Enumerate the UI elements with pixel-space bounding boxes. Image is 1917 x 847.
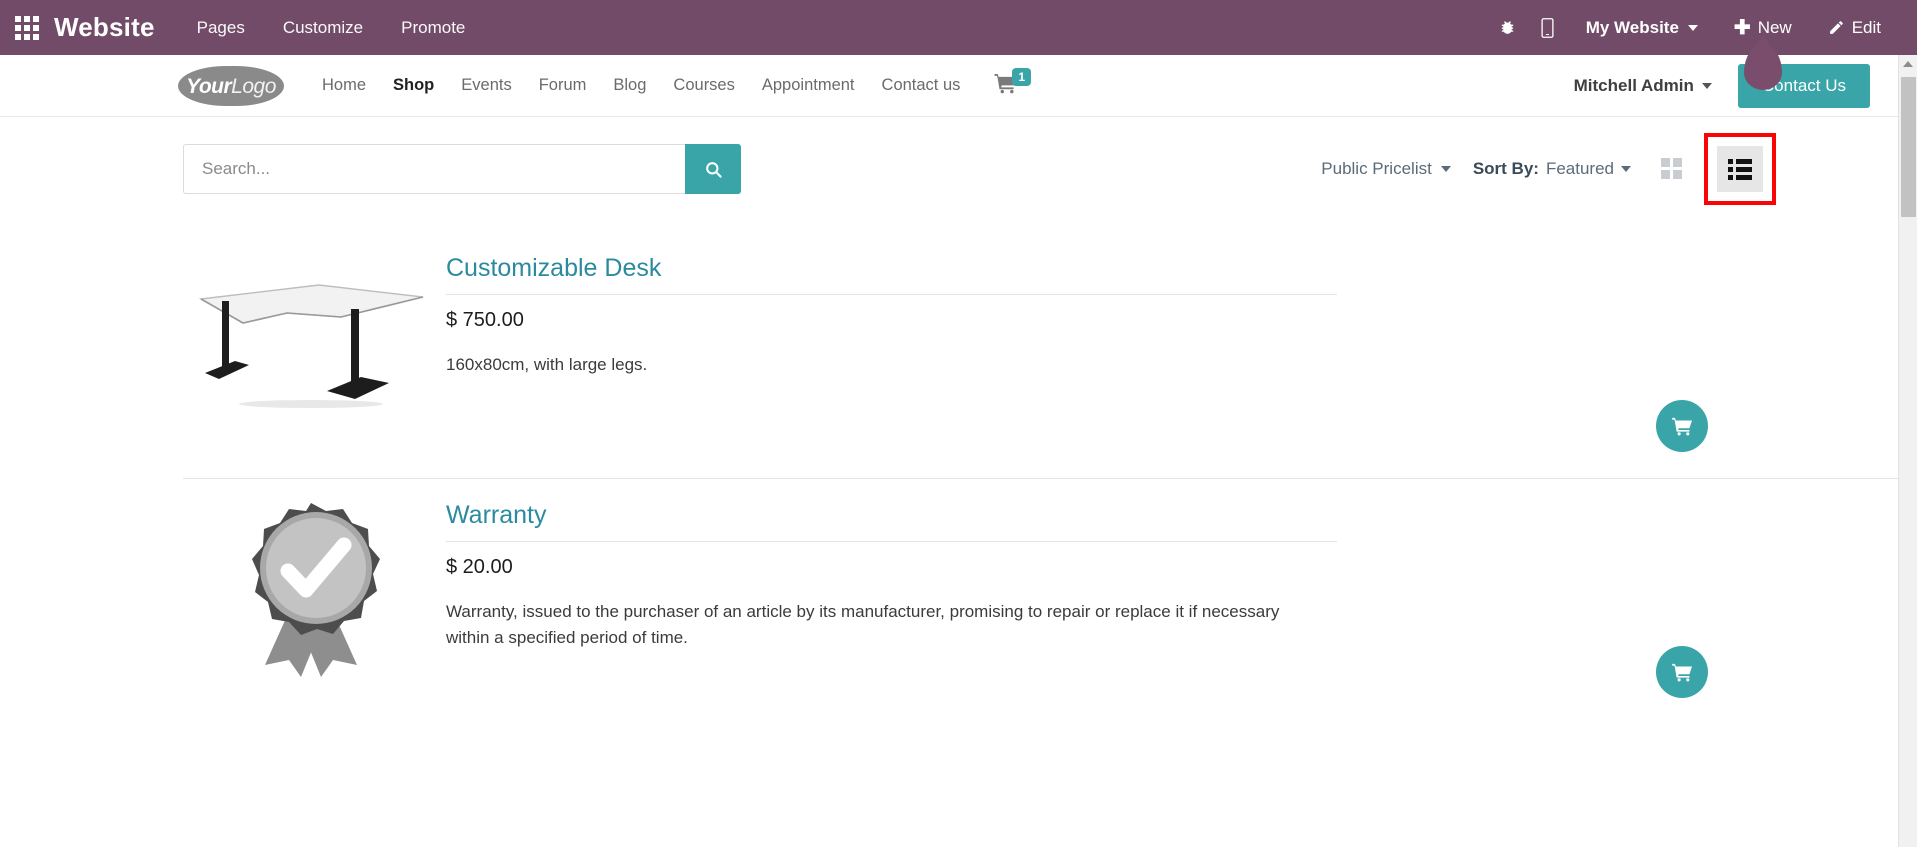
product-title-link[interactable]: Customizable Desk	[446, 254, 1531, 283]
chevron-down-icon	[1440, 166, 1451, 172]
desk-image[interactable]	[183, 232, 438, 432]
pricelist-dropdown[interactable]: Public Pricelist	[1321, 159, 1451, 179]
divider	[446, 294, 1337, 295]
nav-item-blog[interactable]: Blog	[613, 76, 646, 95]
header-cart[interactable]: 1	[994, 67, 1032, 98]
search-icon	[705, 161, 722, 178]
sort-by-label: Sort By:	[1472, 159, 1539, 178]
logo-text-bold: Your	[186, 75, 232, 98]
product-description: Warranty, issued to the purchaser of an …	[446, 602, 1280, 648]
website-selector-label: My Website	[1585, 17, 1679, 37]
product-row: Customizable Desk $ 750.00 160x80cm, wit…	[183, 232, 1898, 478]
add-to-cart-button[interactable]	[1656, 646, 1708, 698]
chevron-down-icon	[1687, 24, 1698, 31]
nav-item-events[interactable]: Events	[461, 76, 511, 95]
edit-button[interactable]: Edit	[1810, 18, 1899, 38]
product-info: Warranty $ 20.00 Warranty, issued to the…	[438, 479, 1531, 670]
logo-text-light: Logo	[231, 75, 276, 98]
product-list: Customizable Desk $ 750.00 160x80cm, wit…	[0, 232, 1898, 724]
nav-item-contact-us[interactable]: Contact us	[882, 76, 961, 95]
product-title-link[interactable]: Warranty	[446, 501, 1531, 530]
scrollbar-thumb[interactable]	[1901, 77, 1916, 217]
nav-item-appointment[interactable]: Appointment	[762, 76, 855, 95]
product-row: Warranty $ 20.00 Warranty, issued to the…	[183, 478, 1898, 724]
warranty-badge-image[interactable]	[183, 479, 438, 687]
product-description: 160x80cm, with large legs.	[446, 355, 648, 374]
product-actions	[1656, 646, 1708, 698]
chevron-down-icon	[1701, 82, 1712, 89]
logo-badge: YourLogo	[178, 65, 284, 106]
shop-toolbar-right: Public Pricelist Sort By: Featured	[1321, 133, 1898, 205]
mobile-preview-icon[interactable]	[1528, 8, 1568, 48]
page-content: YourLogo Home Shop Events Forum Blog Cou…	[0, 55, 1898, 724]
vertical-scrollbar[interactable]	[1898, 55, 1917, 847]
search-input[interactable]	[183, 144, 685, 194]
site-navigation: Home Shop Events Forum Blog Courses Appo…	[322, 76, 960, 95]
list-view-icon[interactable]	[1717, 146, 1763, 192]
divider	[446, 541, 1337, 542]
odoo-system-bar: Website Pages Customize Promote My Websi…	[0, 0, 1917, 55]
pencil-icon	[1829, 21, 1843, 34]
apps-grid-icon[interactable]	[14, 15, 40, 41]
product-search-group	[183, 144, 741, 194]
plus-icon: ✚	[1733, 16, 1751, 39]
nav-item-shop[interactable]: Shop	[393, 76, 434, 95]
menu-item-customize[interactable]: Customize	[283, 18, 363, 38]
pricelist-dropdown-label: Public Pricelist	[1321, 159, 1432, 178]
sort-by-value: Featured	[1545, 159, 1614, 178]
system-bar-right: My Website ✚ New Edit	[1488, 8, 1899, 48]
website-header: YourLogo Home Shop Events Forum Blog Cou…	[0, 55, 1898, 117]
chevron-down-icon	[1621, 166, 1631, 172]
website-selector[interactable]: My Website	[1568, 18, 1716, 38]
search-button[interactable]	[685, 144, 741, 194]
site-logo[interactable]: YourLogo	[178, 65, 284, 106]
product-price: $ 750.00	[446, 309, 524, 331]
list-view-highlight	[1704, 133, 1776, 205]
bug-icon[interactable]	[1488, 8, 1528, 48]
menu-item-promote[interactable]: Promote	[401, 18, 465, 38]
shop-toolbar: Public Pricelist Sort By: Featured	[0, 117, 1898, 205]
product-actions	[1656, 400, 1708, 452]
system-menu: Pages Customize Promote	[197, 18, 466, 38]
menu-item-pages[interactable]: Pages	[197, 18, 245, 38]
scroll-up-arrow-icon[interactable]	[1899, 55, 1917, 73]
browser-page: Website Pages Customize Promote My Websi…	[0, 0, 1917, 847]
grid-view-icon[interactable]	[1661, 158, 1683, 180]
user-menu[interactable]: Mitchell Admin	[1574, 76, 1712, 96]
nav-item-home[interactable]: Home	[322, 76, 366, 95]
view-mode-toggles	[1661, 133, 1776, 205]
shop-section: Public Pricelist Sort By: Featured	[0, 117, 1898, 724]
user-menu-label: Mitchell Admin	[1573, 75, 1694, 95]
cart-count-badge: 1	[1012, 67, 1032, 86]
product-price: $ 20.00	[446, 556, 513, 578]
nav-item-forum[interactable]: Forum	[539, 76, 587, 95]
product-info: Customizable Desk $ 750.00 160x80cm, wit…	[438, 232, 1531, 396]
shopping-cart-icon	[1671, 663, 1692, 681]
add-to-cart-button[interactable]	[1656, 400, 1708, 452]
shopping-cart-icon	[1671, 417, 1692, 435]
sort-by-dropdown[interactable]: Sort By: Featured	[1473, 159, 1631, 179]
edit-button-label: Edit	[1851, 17, 1881, 37]
nav-item-courses[interactable]: Courses	[673, 76, 734, 95]
app-name-website[interactable]: Website	[54, 12, 155, 43]
website-header-right: Mitchell Admin Contact Us	[1574, 63, 1870, 108]
